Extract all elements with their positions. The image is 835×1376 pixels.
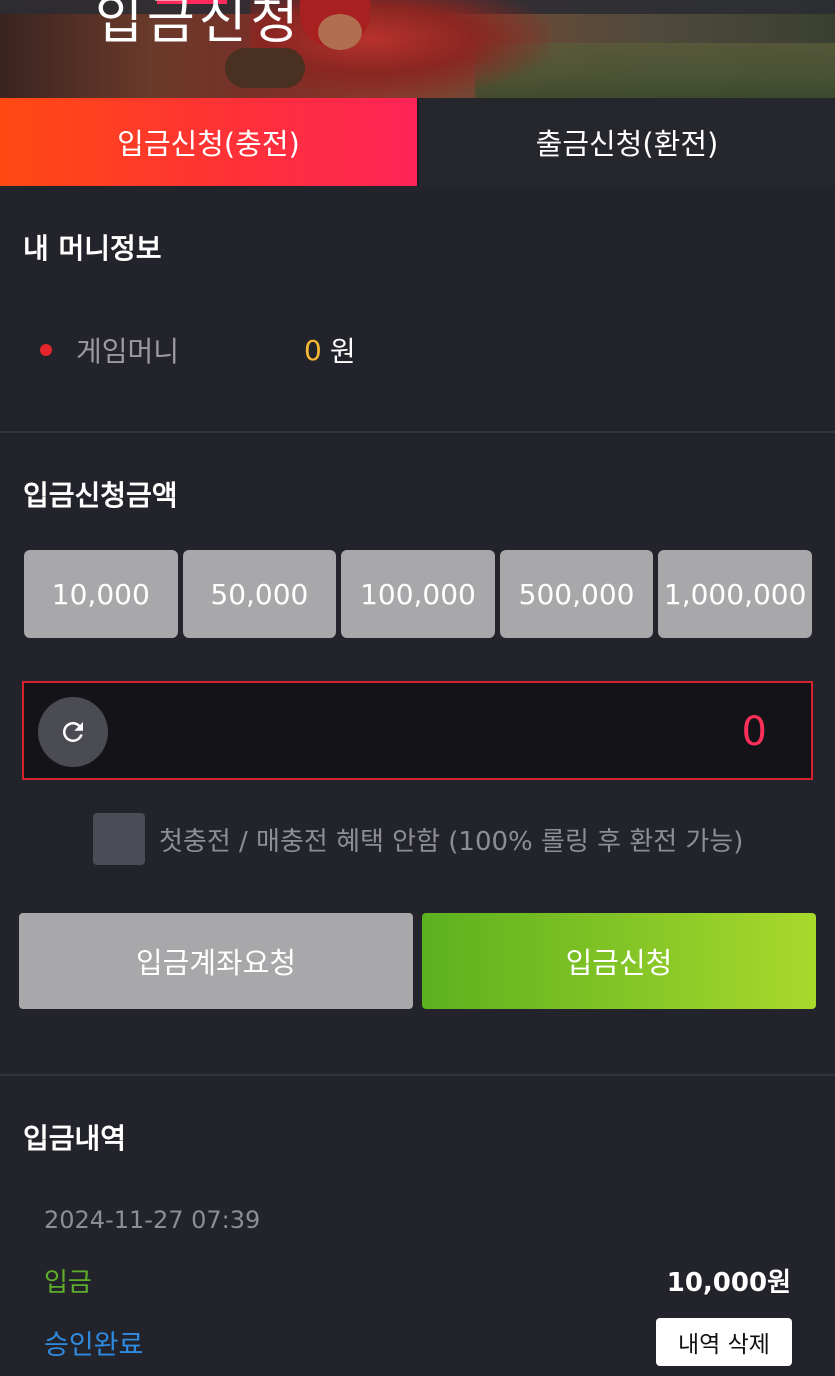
banner-title: 입금신청 <box>95 0 303 51</box>
deposit-amount-title: 입금신청금액 <box>23 479 178 512</box>
amount-button-100000[interactable]: 100,000 <box>341 550 495 638</box>
money-info-title: 내 머니정보 <box>23 232 162 265</box>
reset-amount-button[interactable] <box>38 697 108 767</box>
glove-icon <box>225 48 305 88</box>
player-face <box>318 14 362 50</box>
promo-banner: 입금신청 <box>0 0 835 98</box>
amount-button-500000[interactable]: 500,000 <box>499 550 654 638</box>
amount-button-1000000[interactable]: 1,000,000 <box>658 550 812 638</box>
game-money-unit: 원 <box>329 335 356 368</box>
request-account-button[interactable]: 입금계좌요청 <box>19 913 413 1009</box>
bullet-dot-icon <box>40 344 52 356</box>
game-money-label: 게임머니 <box>76 335 180 368</box>
amount-button-10000[interactable]: 10,000 <box>24 550 178 638</box>
deposit-history-title: 입금내역 <box>23 1122 127 1155</box>
deposit-amount-input[interactable]: 0 <box>22 681 813 780</box>
game-money-value: 0 <box>304 333 322 367</box>
deposit-withdraw-tabs: 입금신청(충전) 출금신청(환전) <box>0 98 835 186</box>
history-status: 승인완료 <box>44 1330 144 1361</box>
tab-deposit[interactable]: 입금신청(충전) <box>0 98 417 186</box>
game-money-row: 게임머니 0 원 <box>40 330 356 370</box>
amount-button-50000[interactable]: 50,000 <box>182 550 337 638</box>
history-date: 2024-11-27 07:39 <box>44 1206 261 1234</box>
history-type: 입금 <box>44 1268 92 1298</box>
no-bonus-checkbox[interactable] <box>93 813 145 865</box>
history-amount: 10,000원 <box>666 1268 791 1298</box>
no-bonus-label: 첫충전 / 매충전 혜택 안함 (100% 롤링 후 환전 가능) <box>159 826 744 857</box>
section-divider <box>0 431 835 433</box>
section-divider <box>0 1074 835 1076</box>
no-bonus-option: 첫충전 / 매충전 혜택 안함 (100% 롤링 후 환전 가능) <box>93 813 743 865</box>
refresh-icon <box>63 722 83 742</box>
delete-history-button[interactable]: 내역 삭제 <box>656 1318 792 1366</box>
submit-deposit-button[interactable]: 입금신청 <box>422 913 816 1009</box>
quick-amount-buttons: 10,000 50,000 100,000 500,000 1,000,000 <box>24 550 812 638</box>
tab-withdraw[interactable]: 출금신청(환전) <box>417 98 835 186</box>
deposit-amount-value: 0 <box>741 709 767 755</box>
